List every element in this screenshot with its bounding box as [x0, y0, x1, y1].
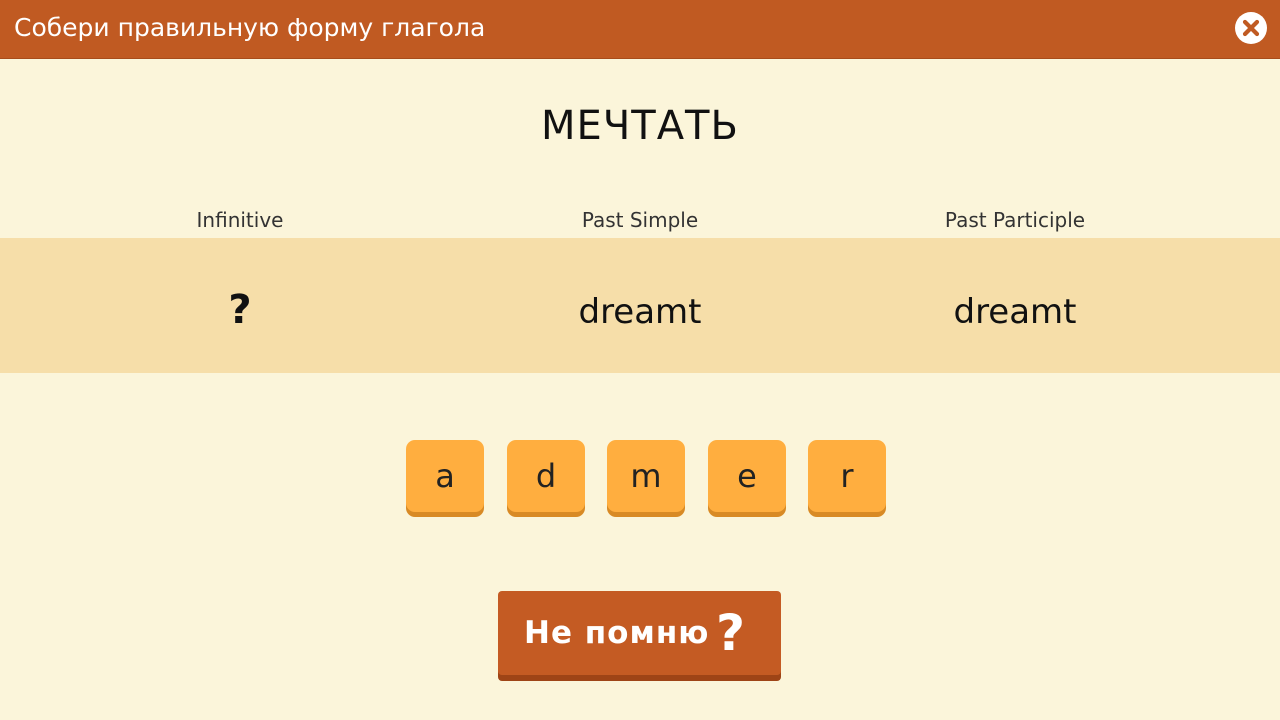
letter-tile-r[interactable]: r [808, 440, 886, 512]
column-header-past-simple: Past Simple [581, 208, 699, 232]
dialog-title: Собери правильную форму глагола [14, 13, 486, 42]
verb-prompt: МЕЧТАТЬ [541, 103, 739, 149]
letter-tile-a[interactable]: a [406, 440, 484, 512]
dont-remember-button[interactable]: Не помню ? [498, 591, 781, 675]
dont-remember-label: Не помню [524, 615, 710, 651]
column-header-past-participle: Past Participle [944, 208, 1086, 232]
letter-tile-e[interactable]: e [708, 440, 786, 512]
letter-tile-m[interactable]: m [607, 440, 685, 512]
title-bar: Собери правильную форму глагола [0, 0, 1280, 58]
question-mark-icon: ? [716, 604, 746, 662]
infinitive-answer-slot: ? [228, 287, 252, 333]
close-button[interactable] [1235, 12, 1267, 44]
column-header-infinitive: Infinitive [196, 208, 284, 232]
close-icon [1242, 19, 1260, 37]
past-participle-value: dreamt [953, 292, 1077, 332]
past-simple-value: dreamt [578, 292, 702, 332]
letter-tile-d[interactable]: d [507, 440, 585, 512]
